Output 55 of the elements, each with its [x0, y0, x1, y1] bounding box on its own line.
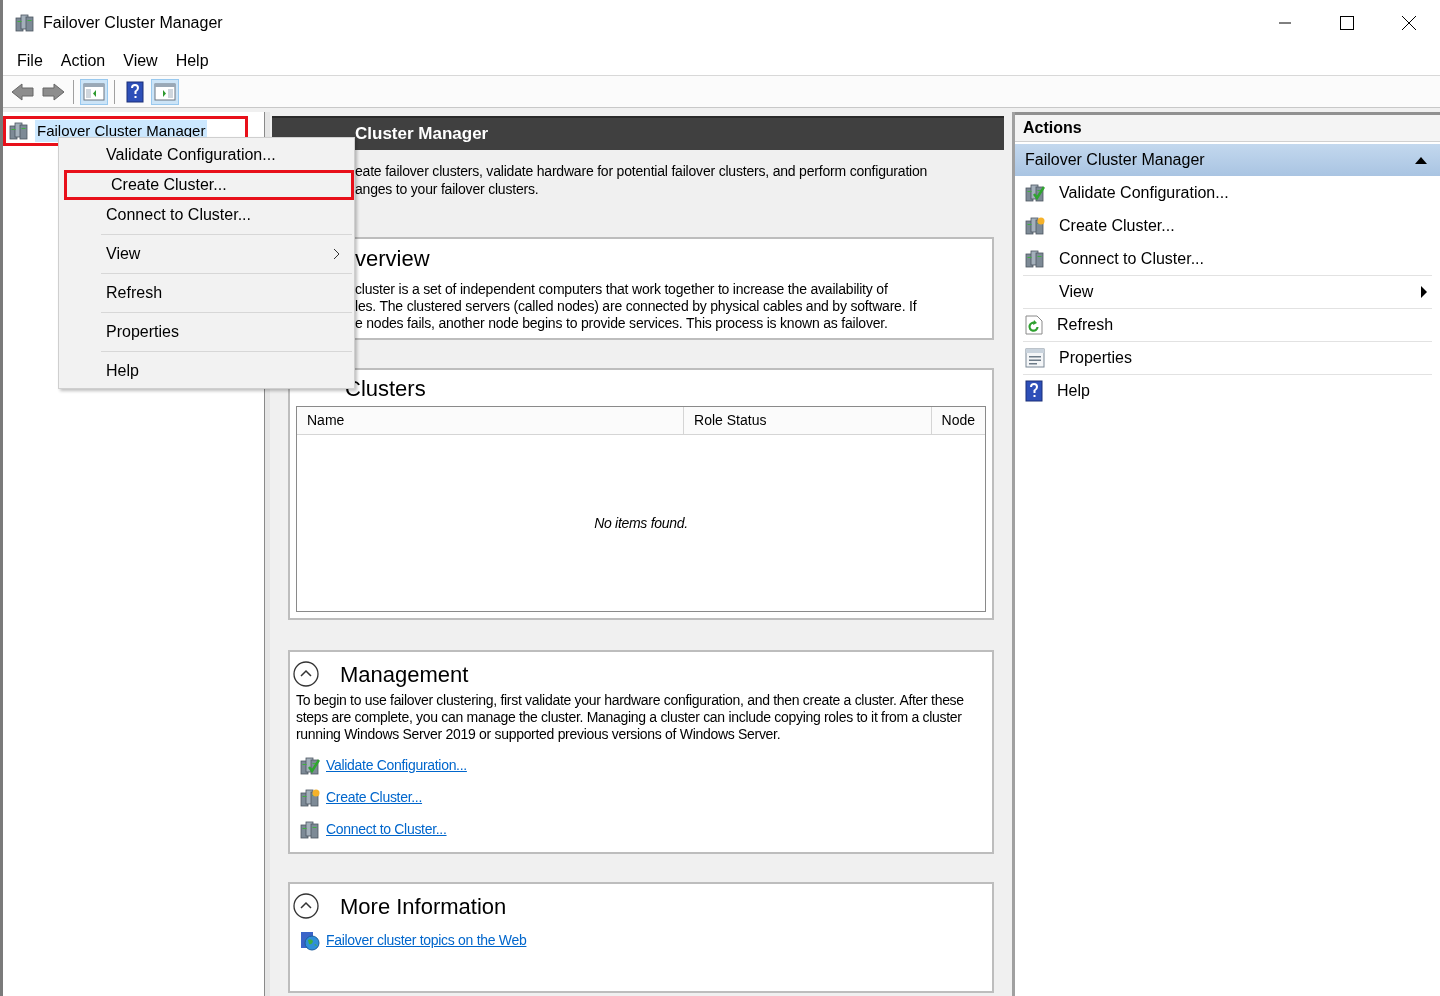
- section-title: verview: [355, 245, 431, 273]
- collapse-icon[interactable]: [292, 660, 320, 688]
- context-menu-item[interactable]: Properties: [59, 317, 354, 347]
- context-menu-item[interactable]: Refresh: [59, 278, 354, 308]
- management-text: To begin to use failover clustering, first validate your hardware configuration, and then create a cluster. After these steps are complete, you can manage the cluster. Managing a cluster can include copying roles to it from a cluster running Windows Server 2019 or supported previous versions of Windows Server.: [296, 692, 965, 743]
- server-icon: [9, 121, 29, 141]
- server-star-icon: [300, 787, 320, 808]
- submenu-arrow-icon: [1420, 286, 1428, 298]
- properties-icon: [1025, 348, 1045, 368]
- server-star-icon: [1025, 215, 1045, 236]
- collapse-triangle-icon: [1414, 155, 1428, 165]
- server-icon: [300, 819, 320, 840]
- context-menu-item[interactable]: View: [59, 239, 354, 269]
- actions-pane-command[interactable]: View: [1023, 275, 1432, 308]
- column-header[interactable]: Node: [931, 407, 985, 434]
- actions-pane-command[interactable]: Validate Configuration...: [1023, 176, 1432, 209]
- menu-item[interactable]: Help: [167, 48, 217, 73]
- close-icon: [1402, 16, 1416, 30]
- actions-pane-command[interactable]: Refresh: [1023, 308, 1432, 341]
- section-title: Management: [340, 660, 469, 689]
- overview-text: cluster is a set of independent computers that work together to increase the availability of les. The clustered servers (called nodes) are connected by physical cables and by software. If e nodes fails, another node begins to provide services. This process is known as failover.: [355, 281, 918, 332]
- collapse-icon[interactable]: [292, 892, 320, 920]
- refresh-icon: [1025, 315, 1043, 335]
- actions-pane-command[interactable]: Connect to Cluster...: [1023, 242, 1432, 275]
- link[interactable]: Failover cluster topics on the Web: [326, 930, 527, 951]
- link[interactable]: Validate Configuration...: [326, 755, 467, 776]
- help-icon: [1025, 380, 1043, 402]
- column-header[interactable]: Name: [297, 407, 685, 434]
- context-menu-item[interactable]: Connect to Cluster...: [59, 200, 354, 230]
- actions-pane-command[interactable]: Create Cluster...: [1023, 209, 1432, 242]
- column-header[interactable]: Role Status: [684, 407, 932, 434]
- server-check-icon: [1025, 182, 1045, 203]
- actions-pane-command[interactable]: Properties: [1023, 341, 1432, 374]
- empty-message: No items found.: [594, 513, 688, 533]
- chevron-right-icon: [333, 248, 340, 260]
- link[interactable]: Connect to Cluster...: [326, 819, 447, 840]
- menu-item[interactable]: View: [115, 48, 166, 73]
- show-tree-button[interactable]: [80, 78, 108, 105]
- context-menu-item[interactable]: Create Cluster...: [64, 170, 354, 200]
- context-menu-item[interactable]: Help: [59, 356, 354, 386]
- server-icon: [1025, 248, 1045, 269]
- maximize-icon: [1340, 16, 1354, 30]
- actions-header: Actions: [1015, 112, 1440, 142]
- actions-pane-command[interactable]: Help: [1023, 374, 1432, 407]
- section-title: More Information: [340, 892, 507, 921]
- server-check-icon: [300, 755, 320, 776]
- description-text: eate failover clusters, validate hardware for potential failover clusters, and perform configuration anges to your failover clusters.: [354, 162, 929, 198]
- menu-item[interactable]: File: [9, 48, 51, 73]
- menu-item[interactable]: Action: [52, 48, 114, 73]
- app-icon: [15, 13, 35, 33]
- actions-section-header[interactable]: Failover Cluster Manager: [1015, 144, 1440, 176]
- globe-icon: [300, 930, 320, 951]
- window-title: Failover Cluster Manager: [43, 13, 223, 33]
- link[interactable]: Create Cluster...: [326, 787, 423, 808]
- page-header: Cluster Manager: [272, 116, 1004, 150]
